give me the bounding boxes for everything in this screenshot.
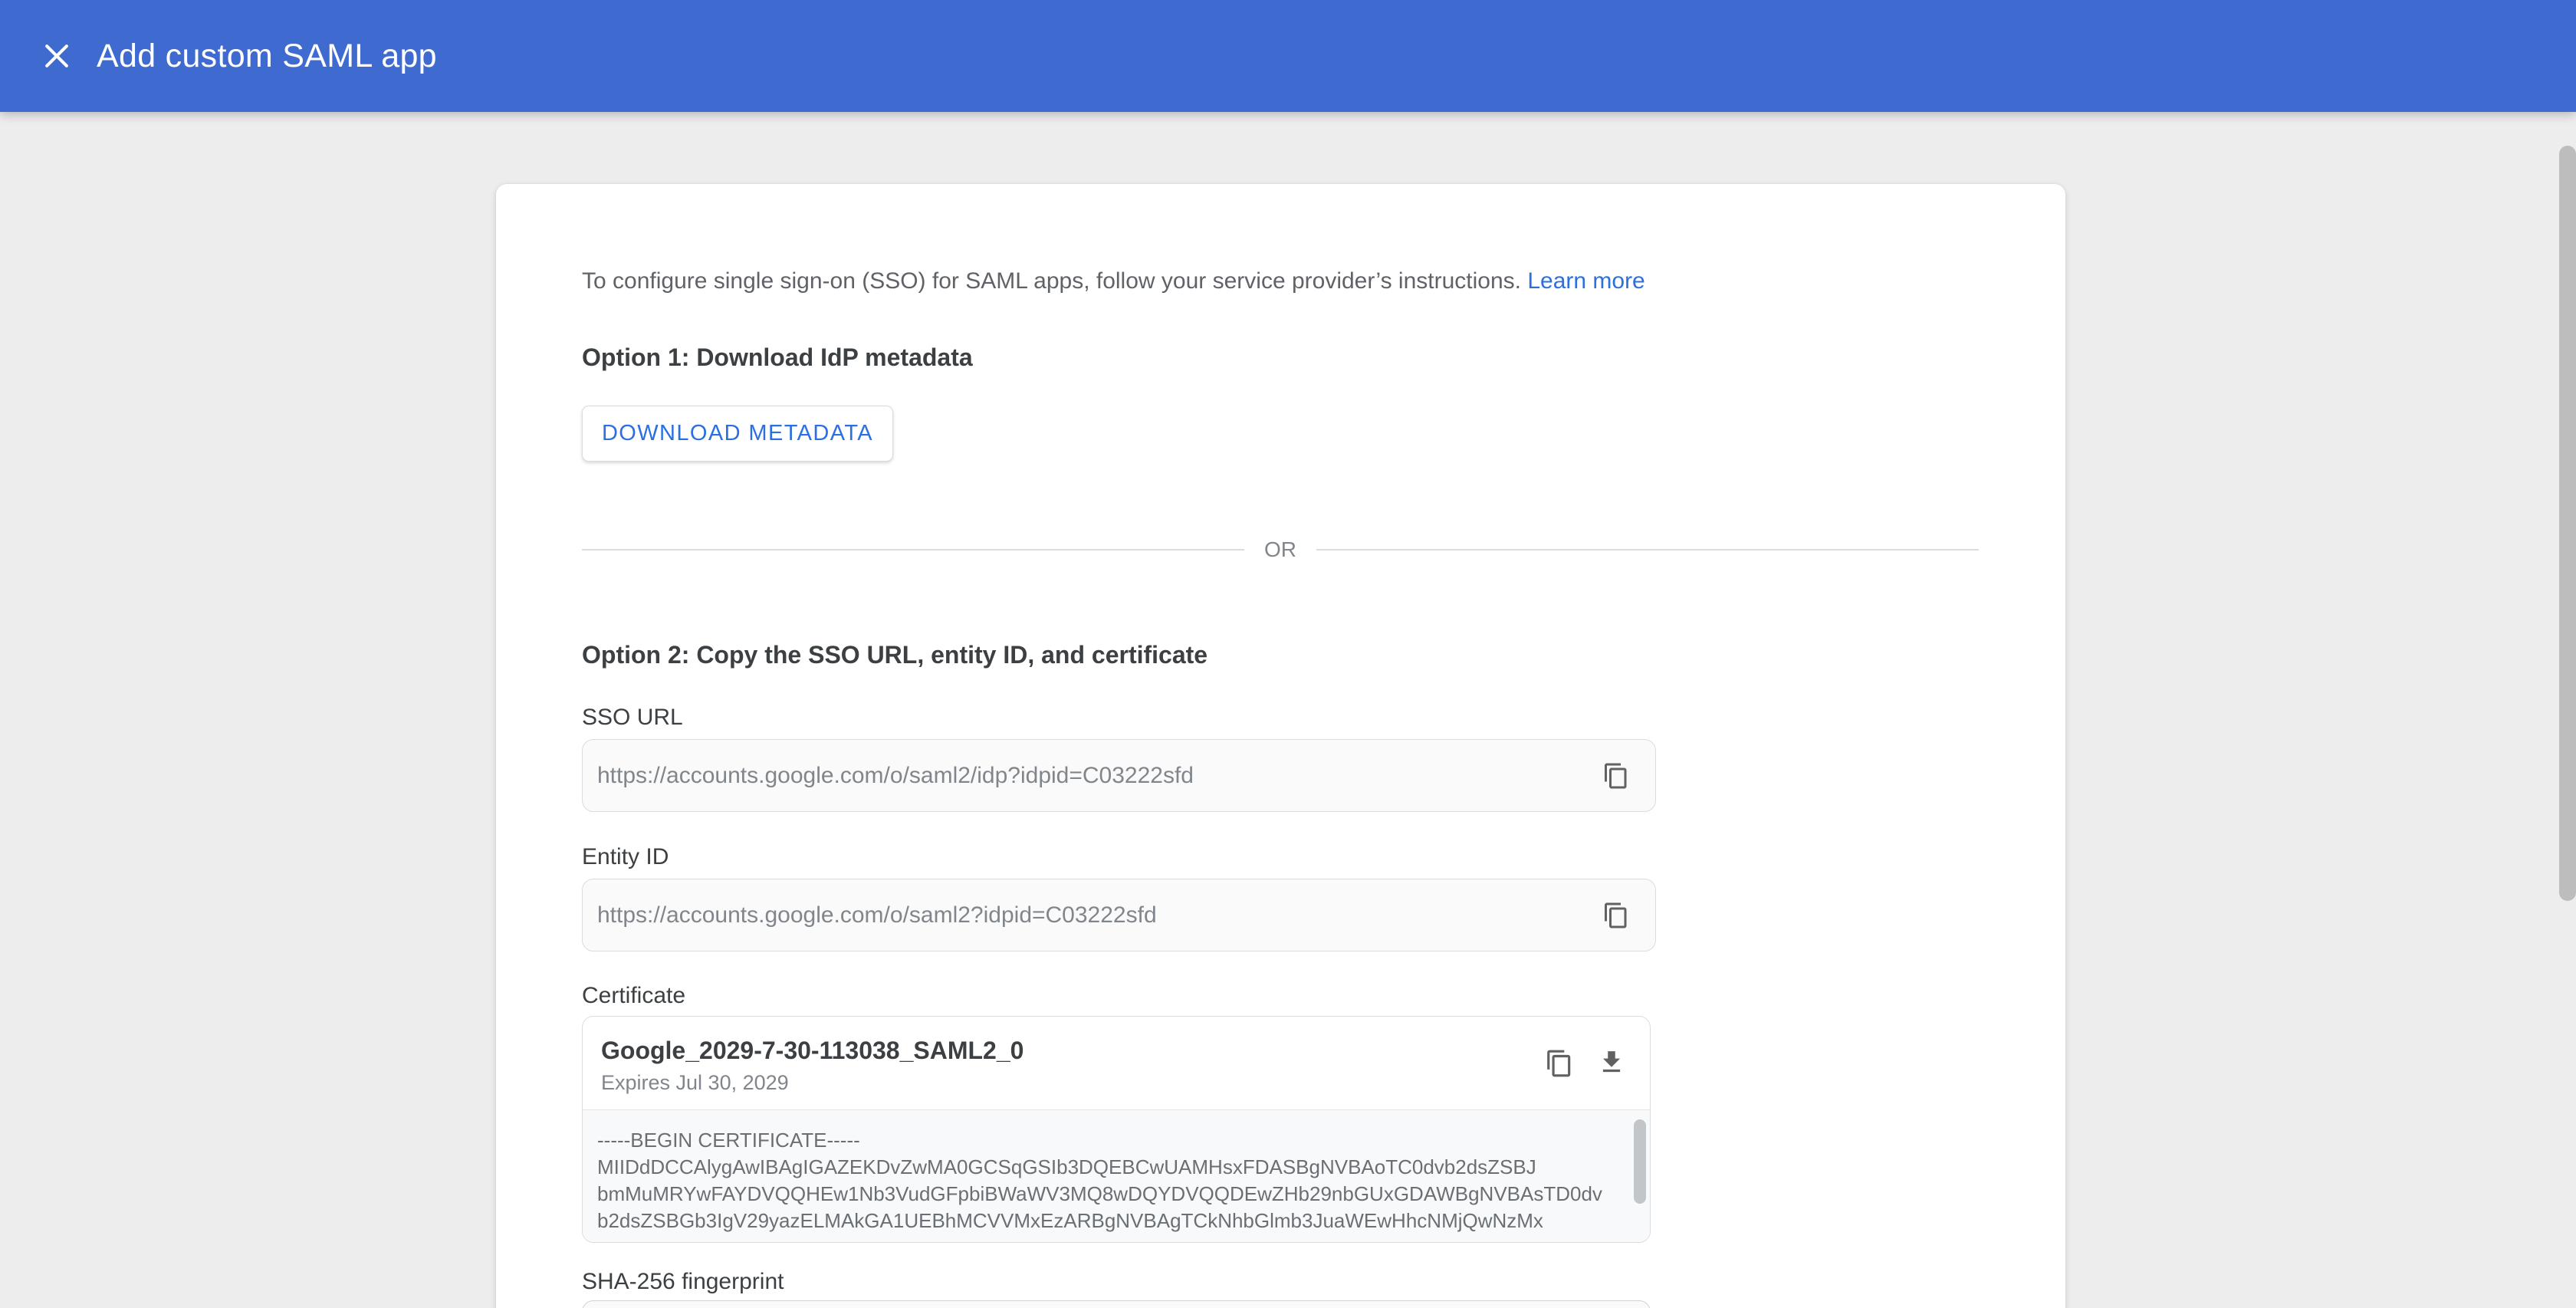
certificate-line: b2dsZSBGb3IgV29yazELMAkGA1UEBhMCVVMxEzAR…: [597, 1208, 1619, 1234]
certificate-label: Certificate: [582, 981, 1999, 1010]
intro-text: To configure single sign-on (SSO) for SA…: [582, 267, 1999, 295]
divider-line-right: [1316, 549, 1979, 550]
option2-heading: Option 2: Copy the SSO URL, entity ID, a…: [582, 638, 1999, 672]
learn-more-link[interactable]: Learn more: [1527, 268, 1644, 294]
sha256-field: [582, 1300, 1651, 1308]
dialog-title: Add custom SAML app: [97, 38, 437, 75]
close-icon: [40, 39, 74, 73]
certificate-box: Google_2029-7-30-113038_SAML2_0 Expires …: [582, 1016, 1651, 1243]
certificate-line: bmMuMRYwFAYDVQQHEw1Nb3VudGFpbiBWaWV3MQ8w…: [597, 1181, 1619, 1208]
close-button[interactable]: [20, 19, 94, 93]
certificate-line: -----BEGIN CERTIFICATE-----: [597, 1127, 1619, 1154]
entity-id-copy-button[interactable]: [1596, 896, 1636, 935]
or-label: OR: [1244, 537, 1316, 562]
certificate-header: Google_2029-7-30-113038_SAML2_0 Expires …: [583, 1017, 1650, 1109]
certificate-copy-button[interactable]: [1539, 1043, 1579, 1083]
copy-icon: [1602, 902, 1630, 929]
sso-url-copy-button[interactable]: [1596, 756, 1636, 796]
entity-id-label: Entity ID: [582, 843, 1999, 871]
page-scrollbar[interactable]: [2559, 146, 2576, 901]
certificate-download-button[interactable]: [1592, 1043, 1631, 1083]
certificate-name: Google_2029-7-30-113038_SAML2_0: [601, 1035, 1527, 1066]
intro-sentence: To configure single sign-on (SSO) for SA…: [582, 268, 1521, 294]
sso-url-field: https://accounts.google.com/o/saml2/idp?…: [582, 739, 1656, 812]
dialog-header: Add custom SAML app: [0, 0, 2576, 112]
option1-heading: Option 1: Download IdP metadata: [582, 340, 1999, 374]
sha256-label: SHA-256 fingerprint: [582, 1267, 1999, 1296]
certificate-scrollbar[interactable]: [1634, 1119, 1646, 1204]
download-metadata-button[interactable]: DOWNLOAD METADATA: [582, 406, 893, 462]
sso-url-label: SSO URL: [582, 703, 1999, 731]
or-divider: OR: [582, 534, 1979, 565]
copy-icon: [1602, 762, 1630, 790]
divider-line-left: [582, 549, 1244, 550]
certificate-expiry: Expires Jul 30, 2029: [601, 1070, 1527, 1096]
saml-setup-card: To configure single sign-on (SSO) for SA…: [496, 184, 2065, 1308]
entity-id-field: https://accounts.google.com/o/saml2?idpi…: [582, 879, 1656, 951]
certificate-body[interactable]: -----BEGIN CERTIFICATE-----MIIDdDCCAlygA…: [583, 1109, 1650, 1242]
download-icon: [1597, 1049, 1626, 1078]
sso-url-value: https://accounts.google.com/o/saml2/idp?…: [597, 763, 1596, 789]
entity-id-value: https://accounts.google.com/o/saml2?idpi…: [597, 902, 1596, 928]
certificate-line: MIIDdDCCAlygAwIBAgIGAZEKDvZwMA0GCSqGSIb3…: [597, 1154, 1619, 1181]
copy-icon: [1545, 1049, 1574, 1078]
